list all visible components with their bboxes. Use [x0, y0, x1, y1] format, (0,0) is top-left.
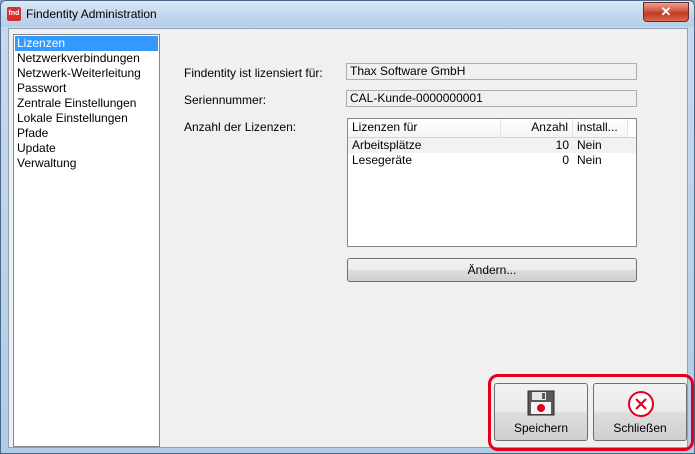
window-close-button[interactable]: ✕ — [643, 2, 689, 22]
nav-item-update[interactable]: Update — [15, 141, 158, 156]
app-logo-icon: fnd — [7, 7, 21, 21]
nav-item-netzwerk-weiterleitung[interactable]: Netzwerk-Weiterleitung — [15, 66, 158, 81]
licensed-to-field: Thax Software GmbH — [346, 63, 637, 80]
license-table[interactable]: Lizenzen für Anzahl install... Arbeitspl… — [347, 118, 637, 247]
nav-item-lizenzen[interactable]: Lizenzen — [15, 36, 158, 51]
close-circle-icon — [628, 391, 654, 417]
cell-license-count: 0 — [562, 153, 569, 167]
column-header-anzahl[interactable]: Anzahl — [501, 119, 573, 137]
license-count-label: Anzahl der Lizenzen: — [184, 120, 297, 134]
nav-item-pfade[interactable]: Pfade — [15, 126, 158, 141]
nav-item-lokale-einstellungen[interactable]: Lokale Einstellungen — [15, 111, 158, 126]
nav-item-netzwerkverbindungen[interactable]: Netzwerkverbindungen — [15, 51, 158, 66]
nav-item-passwort[interactable]: Passwort — [15, 81, 158, 96]
close-button[interactable]: Schließen — [593, 383, 687, 441]
save-button[interactable]: Speichern — [494, 383, 588, 441]
table-row[interactable]: Arbeitsplätze 10 Nein — [348, 138, 636, 153]
floppy-disk-icon — [527, 390, 555, 416]
serial-label: Seriennummer: — [184, 93, 267, 107]
license-table-header: Lizenzen für Anzahl install... — [348, 119, 636, 138]
app-window: fnd Findentity Administration ✕ Lizenzen… — [0, 0, 695, 454]
table-row[interactable]: Lesegeräte 0 Nein — [348, 153, 636, 168]
save-button-label: Speichern — [513, 421, 569, 435]
cell-license-installed: Nein — [577, 138, 602, 152]
close-button-label: Schließen — [613, 421, 667, 435]
title-bar[interactable]: fnd Findentity Administration ✕ — [1, 1, 694, 27]
settings-nav-list[interactable]: Lizenzen Netzwerkverbindungen Netzwerk-W… — [13, 34, 160, 447]
serial-field: CAL-Kunde-0000000001 — [346, 90, 637, 107]
client-area: Lizenzen Netzwerkverbindungen Netzwerk-W… — [8, 28, 694, 451]
column-header-installiert[interactable]: install... — [573, 119, 628, 137]
window-title: Findentity Administration — [26, 7, 157, 21]
cell-license-type: Arbeitsplätze — [352, 138, 422, 152]
cell-license-type: Lesegeräte — [352, 153, 413, 167]
nav-item-verwaltung[interactable]: Verwaltung — [15, 156, 158, 171]
cell-license-count: 10 — [555, 138, 569, 152]
change-license-button[interactable]: Ändern... — [347, 258, 637, 282]
column-header-lizenzen-fuer[interactable]: Lizenzen für — [348, 119, 501, 137]
cell-license-installed: Nein — [577, 153, 602, 167]
nav-item-zentrale-einstellungen[interactable]: Zentrale Einstellungen — [15, 96, 158, 111]
licensed-to-label: Findentity ist lizensiert für: — [184, 66, 323, 80]
